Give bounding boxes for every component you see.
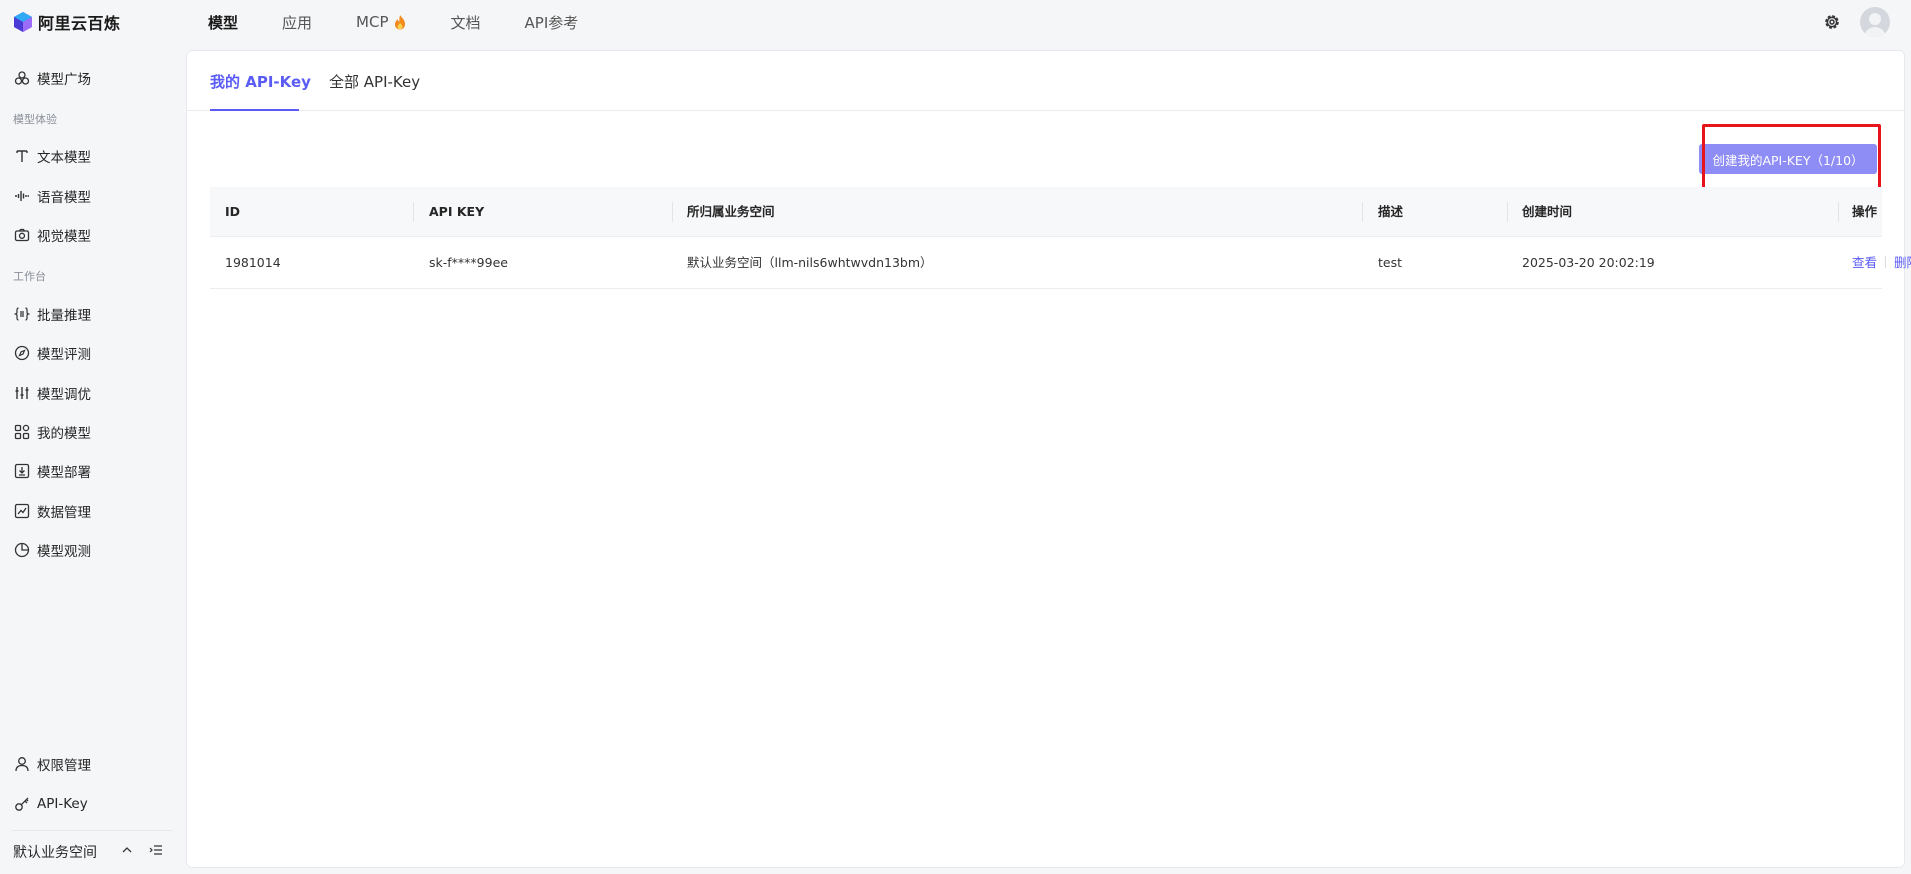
model-square-icon (14, 71, 30, 85)
column-header-api-key: API KEY (429, 204, 485, 219)
deploy-download-icon (14, 463, 30, 479)
view-link[interactable]: 查看 (1852, 255, 1877, 270)
bailian-logo-icon (14, 12, 32, 32)
sidebar-item-vision-model[interactable]: 视觉模型 (14, 223, 91, 247)
sidebar-item-label: 模型调优 (37, 387, 91, 403)
key-icon (15, 797, 29, 811)
api-key-table: ID API KEY 所归属业务空间 描述 创建时间 操作 1981014 sk… (210, 187, 1911, 289)
column-header-id: ID (225, 204, 241, 219)
braces-list-icon (14, 307, 30, 321)
main-panel: 我的 API-Key 全部 API-Key 创建我的API-KEY（1/10） … (186, 50, 1911, 868)
active-tab-indicator (210, 109, 299, 111)
sidebar-item-permission[interactable]: 权限管理 (14, 752, 91, 776)
topnav-label: API参考 (524, 13, 579, 32)
column-header-actions: 操作 (1852, 204, 1878, 219)
top-navigation-bar: 阿里云百炼 模型 应用 MCP 文档 API参考 (0, 0, 1911, 44)
sidebar: 模型广场 模型体验 文本模型 语音模型 视觉模型 工作台 批量推理 模型评测 模… (0, 44, 185, 874)
top-nav-menu: 模型 应用 MCP 文档 API参考 (208, 0, 622, 44)
topnav-item-application[interactable]: 应用 (282, 12, 312, 33)
sidebar-item-label: 模型广场 (37, 72, 91, 88)
cell-id: 1981014 (225, 255, 281, 270)
topnav-label: 模型 (208, 13, 239, 32)
user-avatar[interactable] (1860, 7, 1890, 37)
table-header: ID API KEY 所归属业务空间 描述 创建时间 操作 (210, 187, 1882, 237)
chevron-up-icon[interactable] (120, 843, 134, 857)
sidebar-item-model-tuning[interactable]: 模型调优 (14, 381, 91, 405)
sidebar-item-label: API-Key (37, 796, 88, 812)
topnav-item-docs[interactable]: 文档 (451, 12, 481, 33)
tab-bar: 我的 API-Key 全部 API-Key (187, 51, 1904, 111)
sidebar-divider (12, 830, 172, 831)
sidebar-item-label: 语音模型 (37, 190, 91, 206)
sidebar-item-label: 模型观测 (37, 544, 91, 560)
settings-gear-icon[interactable] (1822, 12, 1842, 32)
workspace-selector[interactable]: 默认业务空间 (13, 842, 97, 862)
table-row: 1981014 sk-f****99ee 默认业务空间（llm-nils6wht… (210, 237, 1911, 289)
sliders-icon (15, 387, 29, 399)
waveform-icon (15, 191, 29, 201)
column-header-description: 描述 (1378, 204, 1404, 219)
sidebar-item-model-eval[interactable]: 模型评测 (14, 341, 91, 365)
cell-actions: 查看 删除 (1837, 237, 1911, 289)
pie-chart-icon (14, 542, 30, 558)
topnav-label: MCP (356, 13, 389, 31)
sidebar-item-model-square[interactable]: 模型广场 (14, 66, 91, 90)
topnav-item-model[interactable]: 模型 (208, 12, 238, 33)
sidebar-item-label: 模型部署 (37, 465, 91, 481)
sidebar-group-workbench: 工作台 (13, 270, 46, 283)
topnav-item-api-reference[interactable]: API参考 (525, 12, 579, 33)
logo[interactable]: 阿里云百炼 (13, 10, 121, 34)
topnav-label: 应用 (282, 13, 313, 32)
sidebar-item-label: 数据管理 (37, 505, 91, 521)
tab-my-api-key[interactable]: 我的 API-Key (210, 71, 311, 92)
collapse-menu-icon[interactable] (149, 843, 163, 857)
fire-icon (394, 15, 405, 30)
sidebar-item-my-models[interactable]: 我的模型 (14, 420, 91, 444)
sidebar-item-label: 视觉模型 (37, 229, 91, 245)
apps-grid-icon (14, 424, 30, 440)
sidebar-item-model-deploy[interactable]: 模型部署 (14, 459, 91, 483)
text-t-icon (16, 150, 28, 162)
sidebar-item-data-manage[interactable]: 数据管理 (14, 499, 91, 523)
sidebar-item-label: 我的模型 (37, 426, 91, 442)
camera-icon (14, 228, 30, 242)
cell-api-key: sk-f****99ee (429, 255, 508, 270)
topnav-label: 文档 (450, 13, 481, 32)
column-header-created-time: 创建时间 (1522, 204, 1573, 219)
delete-link[interactable]: 删除 (1894, 255, 1911, 270)
sidebar-item-label: 权限管理 (37, 758, 91, 774)
tab-all-api-key[interactable]: 全部 API-Key (329, 71, 420, 92)
topnav-item-mcp[interactable]: MCP (356, 13, 406, 31)
sidebar-item-label: 文本模型 (37, 150, 91, 166)
user-icon (15, 757, 29, 772)
sidebar-group-experience: 模型体验 (13, 113, 57, 126)
sidebar-item-batch-inference[interactable]: 批量推理 (14, 302, 91, 326)
sidebar-item-voice-model[interactable]: 语音模型 (14, 184, 91, 208)
compass-icon (14, 345, 30, 361)
cell-created-time: 2025-03-20 20:02:19 (1522, 255, 1655, 270)
sidebar-item-api-key[interactable]: API-Key (14, 792, 88, 816)
sidebar-item-label: 批量推理 (37, 308, 91, 324)
logo-text: 阿里云百炼 (38, 14, 121, 33)
sidebar-item-text-model[interactable]: 文本模型 (14, 144, 91, 168)
sidebar-item-label: 模型评测 (37, 347, 91, 363)
create-api-key-button[interactable]: 创建我的API-KEY（1/10） (1699, 144, 1877, 174)
cell-workspace: 默认业务空间（llm-nils6whtwvdn13bm） (687, 255, 933, 270)
sidebar-item-model-observe[interactable]: 模型观测 (14, 538, 91, 562)
chart-line-icon (14, 503, 30, 519)
cell-description: test (1378, 255, 1403, 270)
column-header-workspace: 所归属业务空间 (687, 204, 775, 219)
